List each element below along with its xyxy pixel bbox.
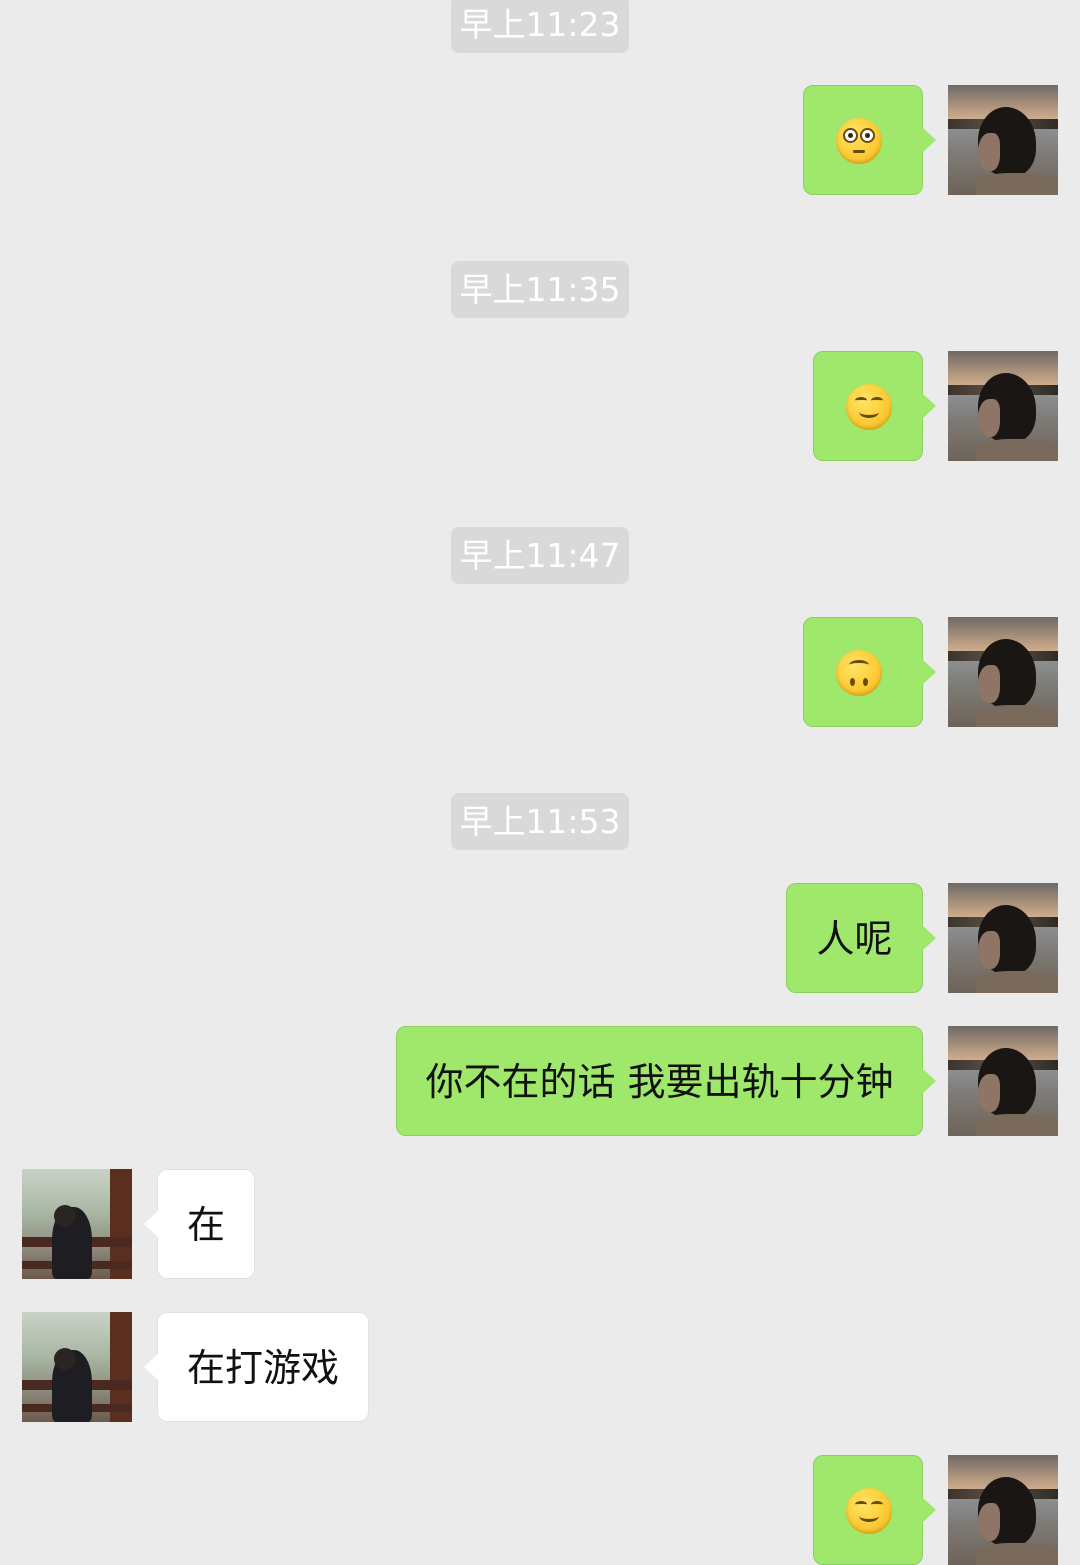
contact-avatar[interactable] bbox=[22, 1169, 132, 1279]
my-avatar[interactable] bbox=[948, 85, 1058, 195]
message-text: 在打游戏 bbox=[186, 1346, 339, 1390]
my-avatar[interactable] bbox=[948, 883, 1058, 993]
relieved-face-icon bbox=[846, 1488, 892, 1534]
timestamp-badge: 早上11:53 bbox=[451, 793, 629, 850]
outgoing-message-bubble[interactable]: 人呢 bbox=[786, 883, 936, 993]
my-avatar[interactable] bbox=[948, 351, 1058, 461]
relieved-face-icon bbox=[846, 384, 892, 430]
upside-down-face-icon bbox=[836, 650, 882, 696]
my-avatar[interactable] bbox=[948, 617, 1058, 727]
outgoing-message-bubble[interactable]: 你不在的话 我要出轨十分钟 bbox=[396, 1026, 936, 1136]
outgoing-message-bubble[interactable] bbox=[803, 617, 936, 727]
outgoing-message-bubble[interactable] bbox=[813, 351, 936, 461]
outgoing-message-bubble[interactable] bbox=[803, 85, 936, 195]
timestamp-badge: 早上11:35 bbox=[451, 261, 629, 318]
timestamp-badge: 早上11:47 bbox=[451, 527, 629, 584]
my-avatar[interactable] bbox=[948, 1455, 1058, 1565]
incoming-message-bubble[interactable]: 在打游戏 bbox=[144, 1312, 369, 1422]
flushed-face-icon bbox=[836, 118, 882, 164]
message-text: 人呢 bbox=[816, 917, 893, 961]
message-text: 在 bbox=[186, 1203, 225, 1247]
outgoing-message-bubble[interactable] bbox=[813, 1455, 936, 1565]
contact-avatar[interactable] bbox=[22, 1312, 132, 1422]
my-avatar[interactable] bbox=[948, 1026, 1058, 1136]
message-text: 你不在的话 我要出轨十分钟 bbox=[425, 1060, 894, 1104]
incoming-message-bubble[interactable]: 在 bbox=[144, 1169, 255, 1279]
chat-message-list[interactable]: 早上11:23 早上11:35 早上11:47 早上11:53 人呢 你不在的话… bbox=[0, 0, 1080, 1565]
timestamp-badge: 早上11:23 bbox=[451, 0, 629, 53]
